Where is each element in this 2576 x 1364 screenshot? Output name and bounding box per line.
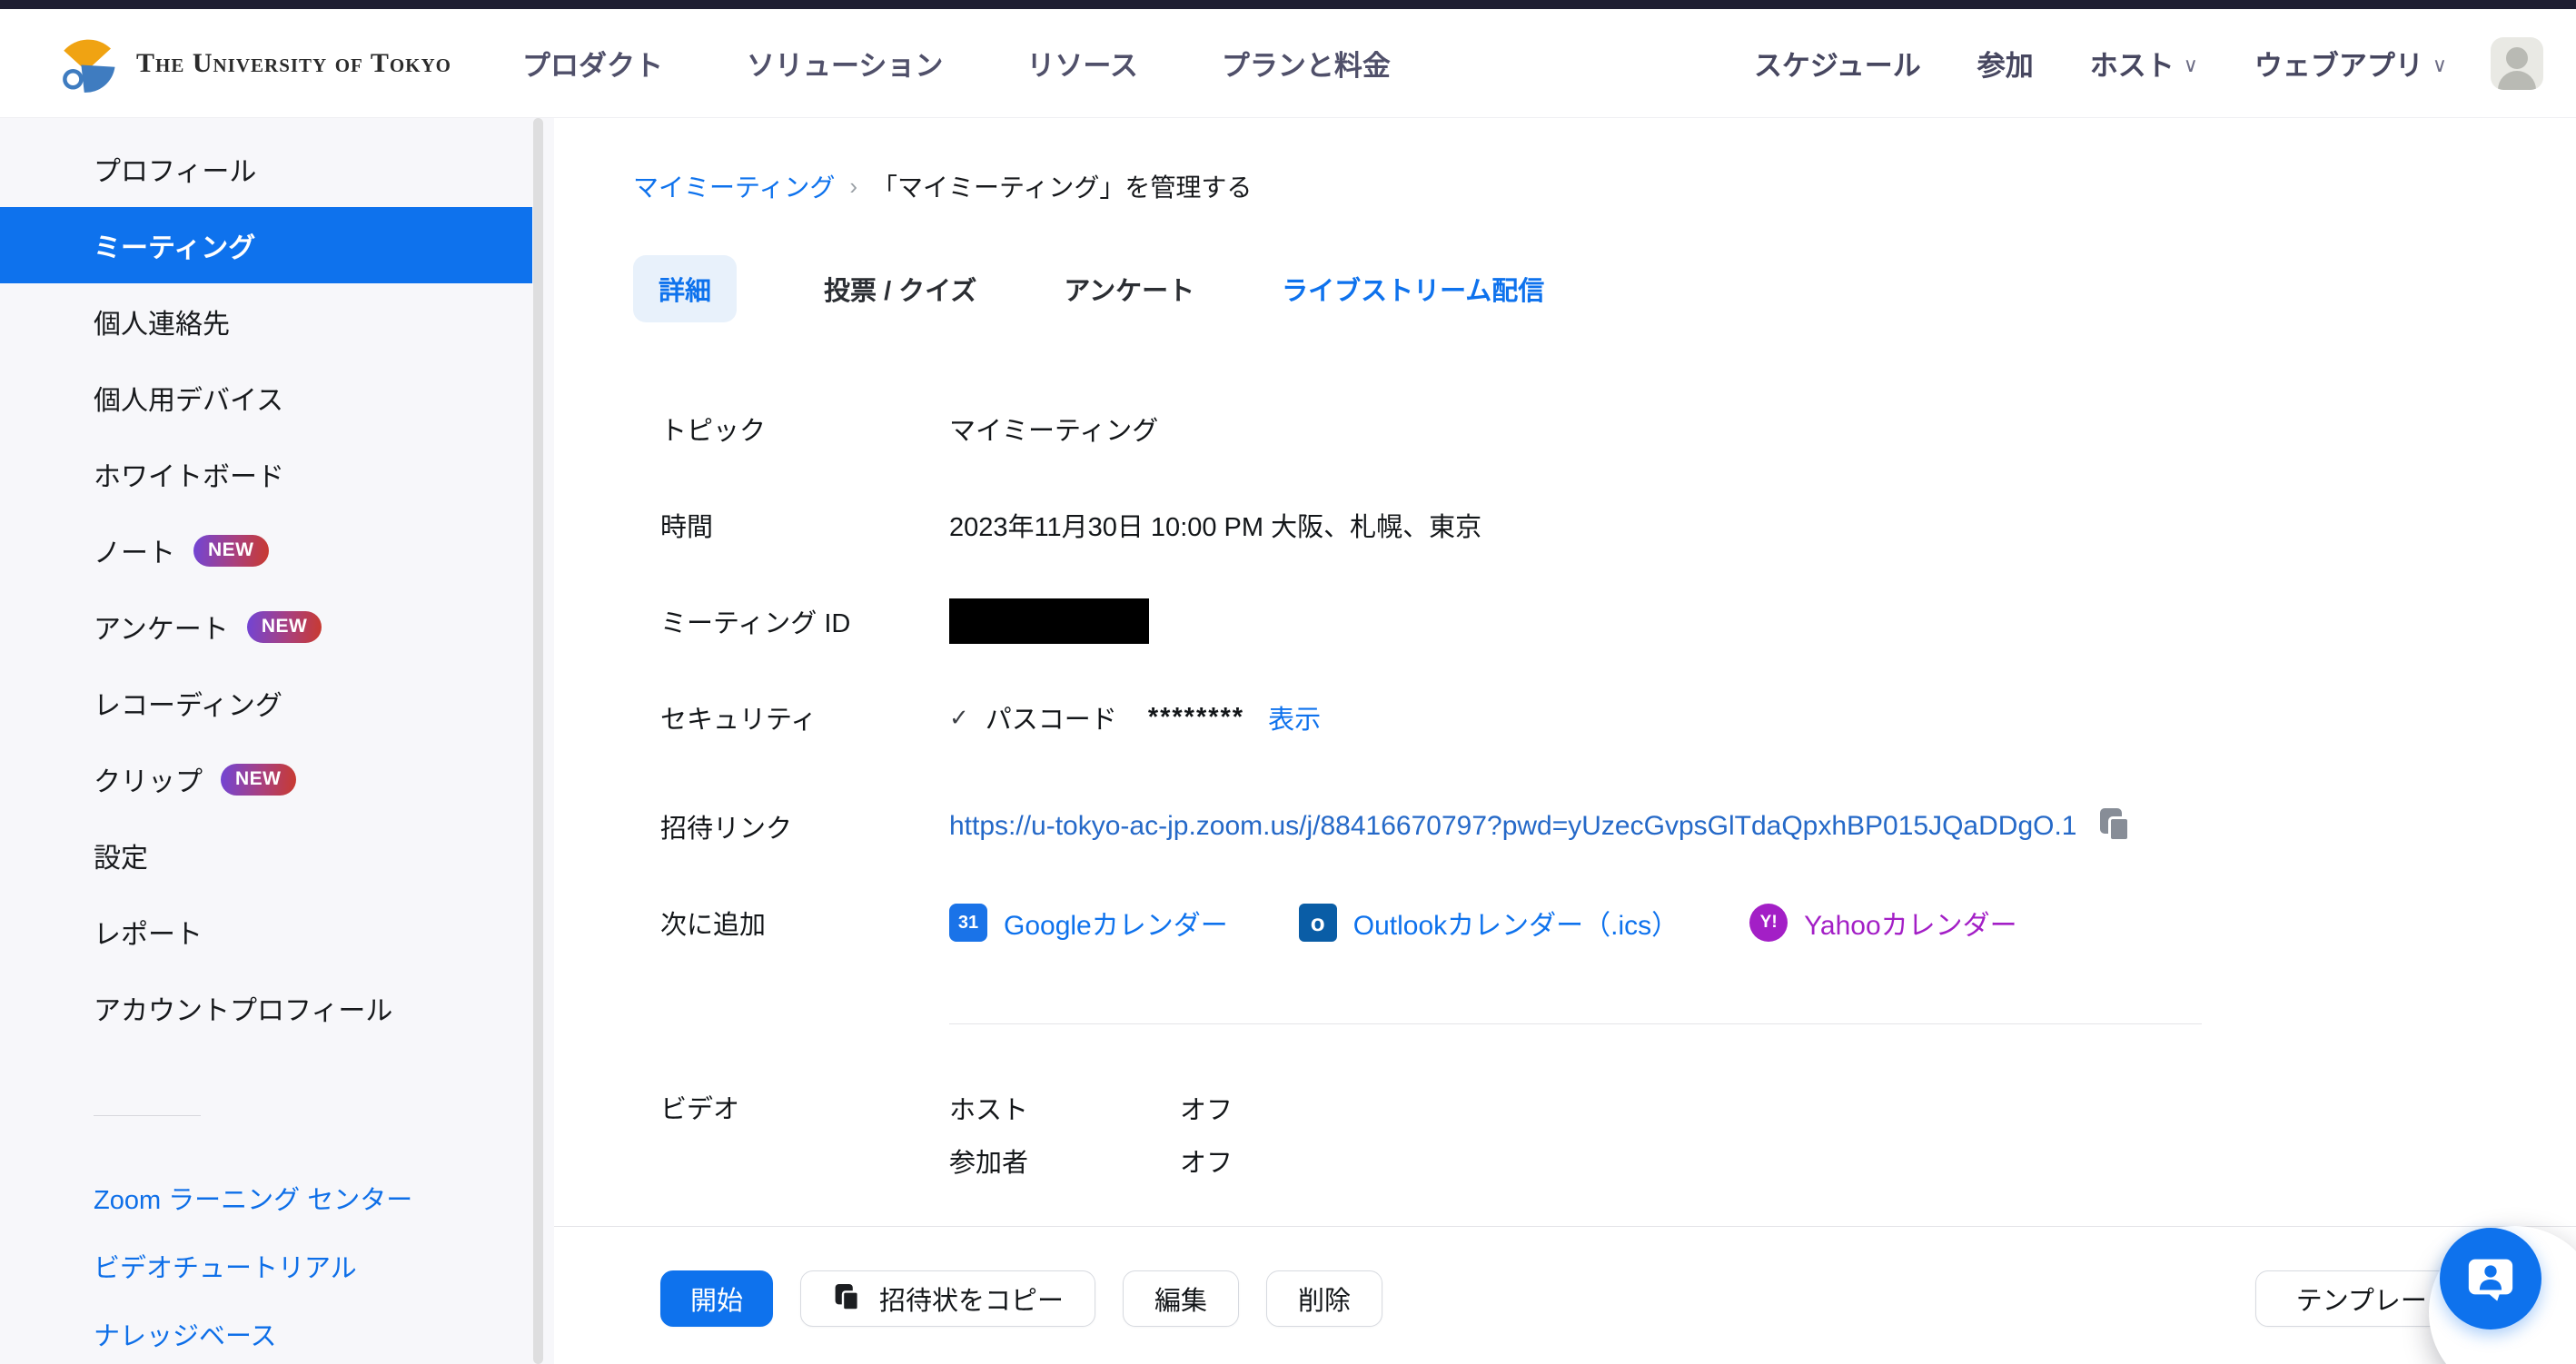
security-row: セキュリティ ✓ パスコード ******** 表示 xyxy=(660,691,2576,744)
breadcrumb: マイミーティング › 「マイミーティング」を管理する xyxy=(633,168,2576,204)
topic-label: トピック xyxy=(660,410,949,448)
chevron-down-icon: ∨ xyxy=(2432,54,2447,77)
meeting-id-redaction xyxy=(949,598,1149,644)
nav-solutions[interactable]: ソリューション xyxy=(747,43,943,84)
topic-row: トピック マイミーティング xyxy=(660,402,2576,455)
breadcrumb-separator-icon: › xyxy=(849,173,857,201)
header-right-nav: スケジュール 参加 ホスト ∨ ウェブアプリ ∨ xyxy=(1754,43,2447,84)
video-participant-key: 参加者 xyxy=(949,1142,1180,1180)
invite-link-url[interactable]: https://u-tokyo-ac-jp.zoom.us/j/88416670… xyxy=(949,811,2076,842)
new-badge: NEW xyxy=(193,535,269,567)
main-content: マイミーティング › 「マイミーティング」を管理する 詳細 投票 / クイズ ア… xyxy=(554,118,2576,1364)
sidebar-item-settings[interactable]: 設定 xyxy=(0,817,554,894)
sidebar-item-surveys[interactable]: アンケートNEW xyxy=(0,588,554,665)
tab-details[interactable]: 詳細 xyxy=(633,255,737,322)
sidebar-link-knowledge-base[interactable]: ナレッジベース xyxy=(0,1300,554,1364)
meeting-id-label: ミーティング ID xyxy=(660,602,949,640)
video-host-row: ホスト オフ xyxy=(949,1088,1233,1128)
video-row: ビデオ ホスト オフ 参加者 オフ xyxy=(660,1088,2576,1181)
contact-bubble-icon xyxy=(2464,1250,2517,1308)
check-icon: ✓ xyxy=(949,704,969,732)
delete-button[interactable]: 削除 xyxy=(1266,1270,1382,1327)
copy-icon xyxy=(836,1284,862,1313)
header: The University of Tokyo プロダクト ソリューション リソ… xyxy=(0,9,2576,118)
time-value: 2023年11月30日 10:00 PM 大阪、札幌、東京 xyxy=(949,506,1481,544)
sidebar-item-reports[interactable]: レポート xyxy=(0,894,554,970)
tab-polls-quizzes[interactable]: 投票 / クイズ xyxy=(824,255,976,322)
chat-fab[interactable] xyxy=(2440,1228,2541,1329)
sidebar-divider xyxy=(94,1115,201,1116)
nav-resources[interactable]: リソース xyxy=(1026,43,1137,84)
time-label: 時間 xyxy=(660,506,949,544)
tab-live-streaming[interactable]: ライブストリーム配信 xyxy=(1282,255,1544,322)
outlook-calendar-icon: o xyxy=(1299,904,1337,942)
tab-surveys[interactable]: アンケート xyxy=(1064,255,1194,322)
action-bar: 開始 招待状をコピー 編集 削除 テンプレートとして保存 xyxy=(660,1270,2576,1327)
utokyo-logo[interactable]: The University of Tokyo xyxy=(51,28,451,98)
meeting-details: トピック マイミーティング 時間 2023年11月30日 10:00 PM 大阪… xyxy=(660,402,2576,949)
passcode-mask: ******** xyxy=(1148,703,1244,733)
meeting-id-row: ミーティング ID xyxy=(660,595,2576,647)
time-row: 時間 2023年11月30日 10:00 PM 大阪、札幌、東京 xyxy=(660,499,2576,551)
breadcrumb-my-meetings-link[interactable]: マイミーティング xyxy=(633,168,835,204)
avatar-person-icon xyxy=(2506,47,2528,69)
outlook-calendar-link[interactable]: o Outlookカレンダー（.ics） xyxy=(1299,903,1679,943)
sidebar-scrollbar[interactable] xyxy=(533,118,543,1364)
nav-webapp[interactable]: ウェブアプリ ∨ xyxy=(2254,43,2447,84)
main-nav: プロダクト ソリューション リソース プランと料金 xyxy=(522,43,1391,84)
sidebar-link-learning-center[interactable]: Zoom ラーニング センター xyxy=(0,1163,554,1231)
sidebar-item-personal-devices[interactable]: 個人用デバイス xyxy=(0,360,554,436)
google-calendar-link[interactable]: 31 Googleカレンダー xyxy=(949,903,1228,943)
copy-invite-link-icon[interactable] xyxy=(2100,808,2133,845)
add-to-label: 次に追加 xyxy=(660,904,949,942)
passcode-label: パスコード xyxy=(986,698,1117,736)
sidebar: プロフィール ミーティング 個人連絡先 個人用デバイス ホワイトボード ノートN… xyxy=(0,118,554,1364)
utokyo-logo-text: The University of Tokyo xyxy=(136,48,451,79)
video-host-value: オフ xyxy=(1180,1089,1233,1127)
user-avatar[interactable] xyxy=(2491,37,2543,90)
breadcrumb-current: 「マイミーティング」を管理する xyxy=(872,168,1252,204)
new-badge: NEW xyxy=(221,764,296,796)
sidebar-item-account-profile[interactable]: アカウントプロフィール xyxy=(0,970,554,1046)
chevron-down-icon: ∨ xyxy=(2184,54,2198,77)
footer-divider xyxy=(554,1226,2576,1227)
sidebar-link-video-tutorials[interactable]: ビデオチュートリアル xyxy=(0,1231,554,1300)
invite-link-label: 招待リンク xyxy=(660,807,949,845)
invite-link-row: 招待リンク https://u-tokyo-ac-jp.zoom.us/j/88… xyxy=(660,800,2576,853)
sidebar-item-whiteboard[interactable]: ホワイトボード xyxy=(0,436,554,512)
nav-join[interactable]: 参加 xyxy=(1977,43,2034,84)
window-top-strip xyxy=(0,0,2576,9)
sidebar-item-meetings[interactable]: ミーティング xyxy=(0,207,532,283)
nav-products[interactable]: プロダクト xyxy=(522,43,663,84)
video-label: ビデオ xyxy=(660,1088,949,1181)
section-divider xyxy=(949,1023,2202,1024)
show-passcode-link[interactable]: 表示 xyxy=(1268,698,1321,736)
security-label: セキュリティ xyxy=(660,698,949,736)
nav-plans-pricing[interactable]: プランと料金 xyxy=(1222,43,1391,84)
sidebar-item-notes[interactable]: ノートNEW xyxy=(0,512,554,588)
nav-host[interactable]: ホスト ∨ xyxy=(2090,43,2198,84)
meeting-tabs: 詳細 投票 / クイズ アンケート ライブストリーム配信 xyxy=(633,255,2576,322)
start-button[interactable]: 開始 xyxy=(660,1270,773,1327)
google-calendar-icon: 31 xyxy=(949,904,987,942)
sidebar-item-profile[interactable]: プロフィール xyxy=(0,131,554,207)
sidebar-item-recordings[interactable]: レコーディング xyxy=(0,665,554,741)
yahoo-calendar-icon: Y! xyxy=(1749,904,1788,942)
video-participant-row: 参加者 オフ xyxy=(949,1141,1233,1181)
copy-invitation-button[interactable]: 招待状をコピー xyxy=(800,1270,1095,1327)
yahoo-calendar-link[interactable]: Y! Yahooカレンダー xyxy=(1749,903,2017,943)
sidebar-footer-links: Zoom ラーニング センター ビデオチュートリアル ナレッジベース xyxy=(0,1163,554,1364)
sidebar-item-personal-contacts[interactable]: 個人連絡先 xyxy=(0,283,554,360)
add-to-calendar-row: 次に追加 31 Googleカレンダー o Outlookカレンダー（.ics）… xyxy=(660,896,2576,949)
sidebar-item-clips[interactable]: クリップNEW xyxy=(0,741,554,817)
new-badge: NEW xyxy=(247,611,322,643)
utokyo-ginkgo-icon xyxy=(51,28,122,98)
sidebar-menu: プロフィール ミーティング 個人連絡先 個人用デバイス ホワイトボード ノートN… xyxy=(0,131,554,1046)
video-host-key: ホスト xyxy=(949,1089,1180,1127)
topic-value: マイミーティング xyxy=(949,410,1158,448)
video-participant-value: オフ xyxy=(1180,1142,1233,1180)
edit-button[interactable]: 編集 xyxy=(1123,1270,1239,1327)
nav-schedule[interactable]: スケジュール xyxy=(1754,43,1921,84)
